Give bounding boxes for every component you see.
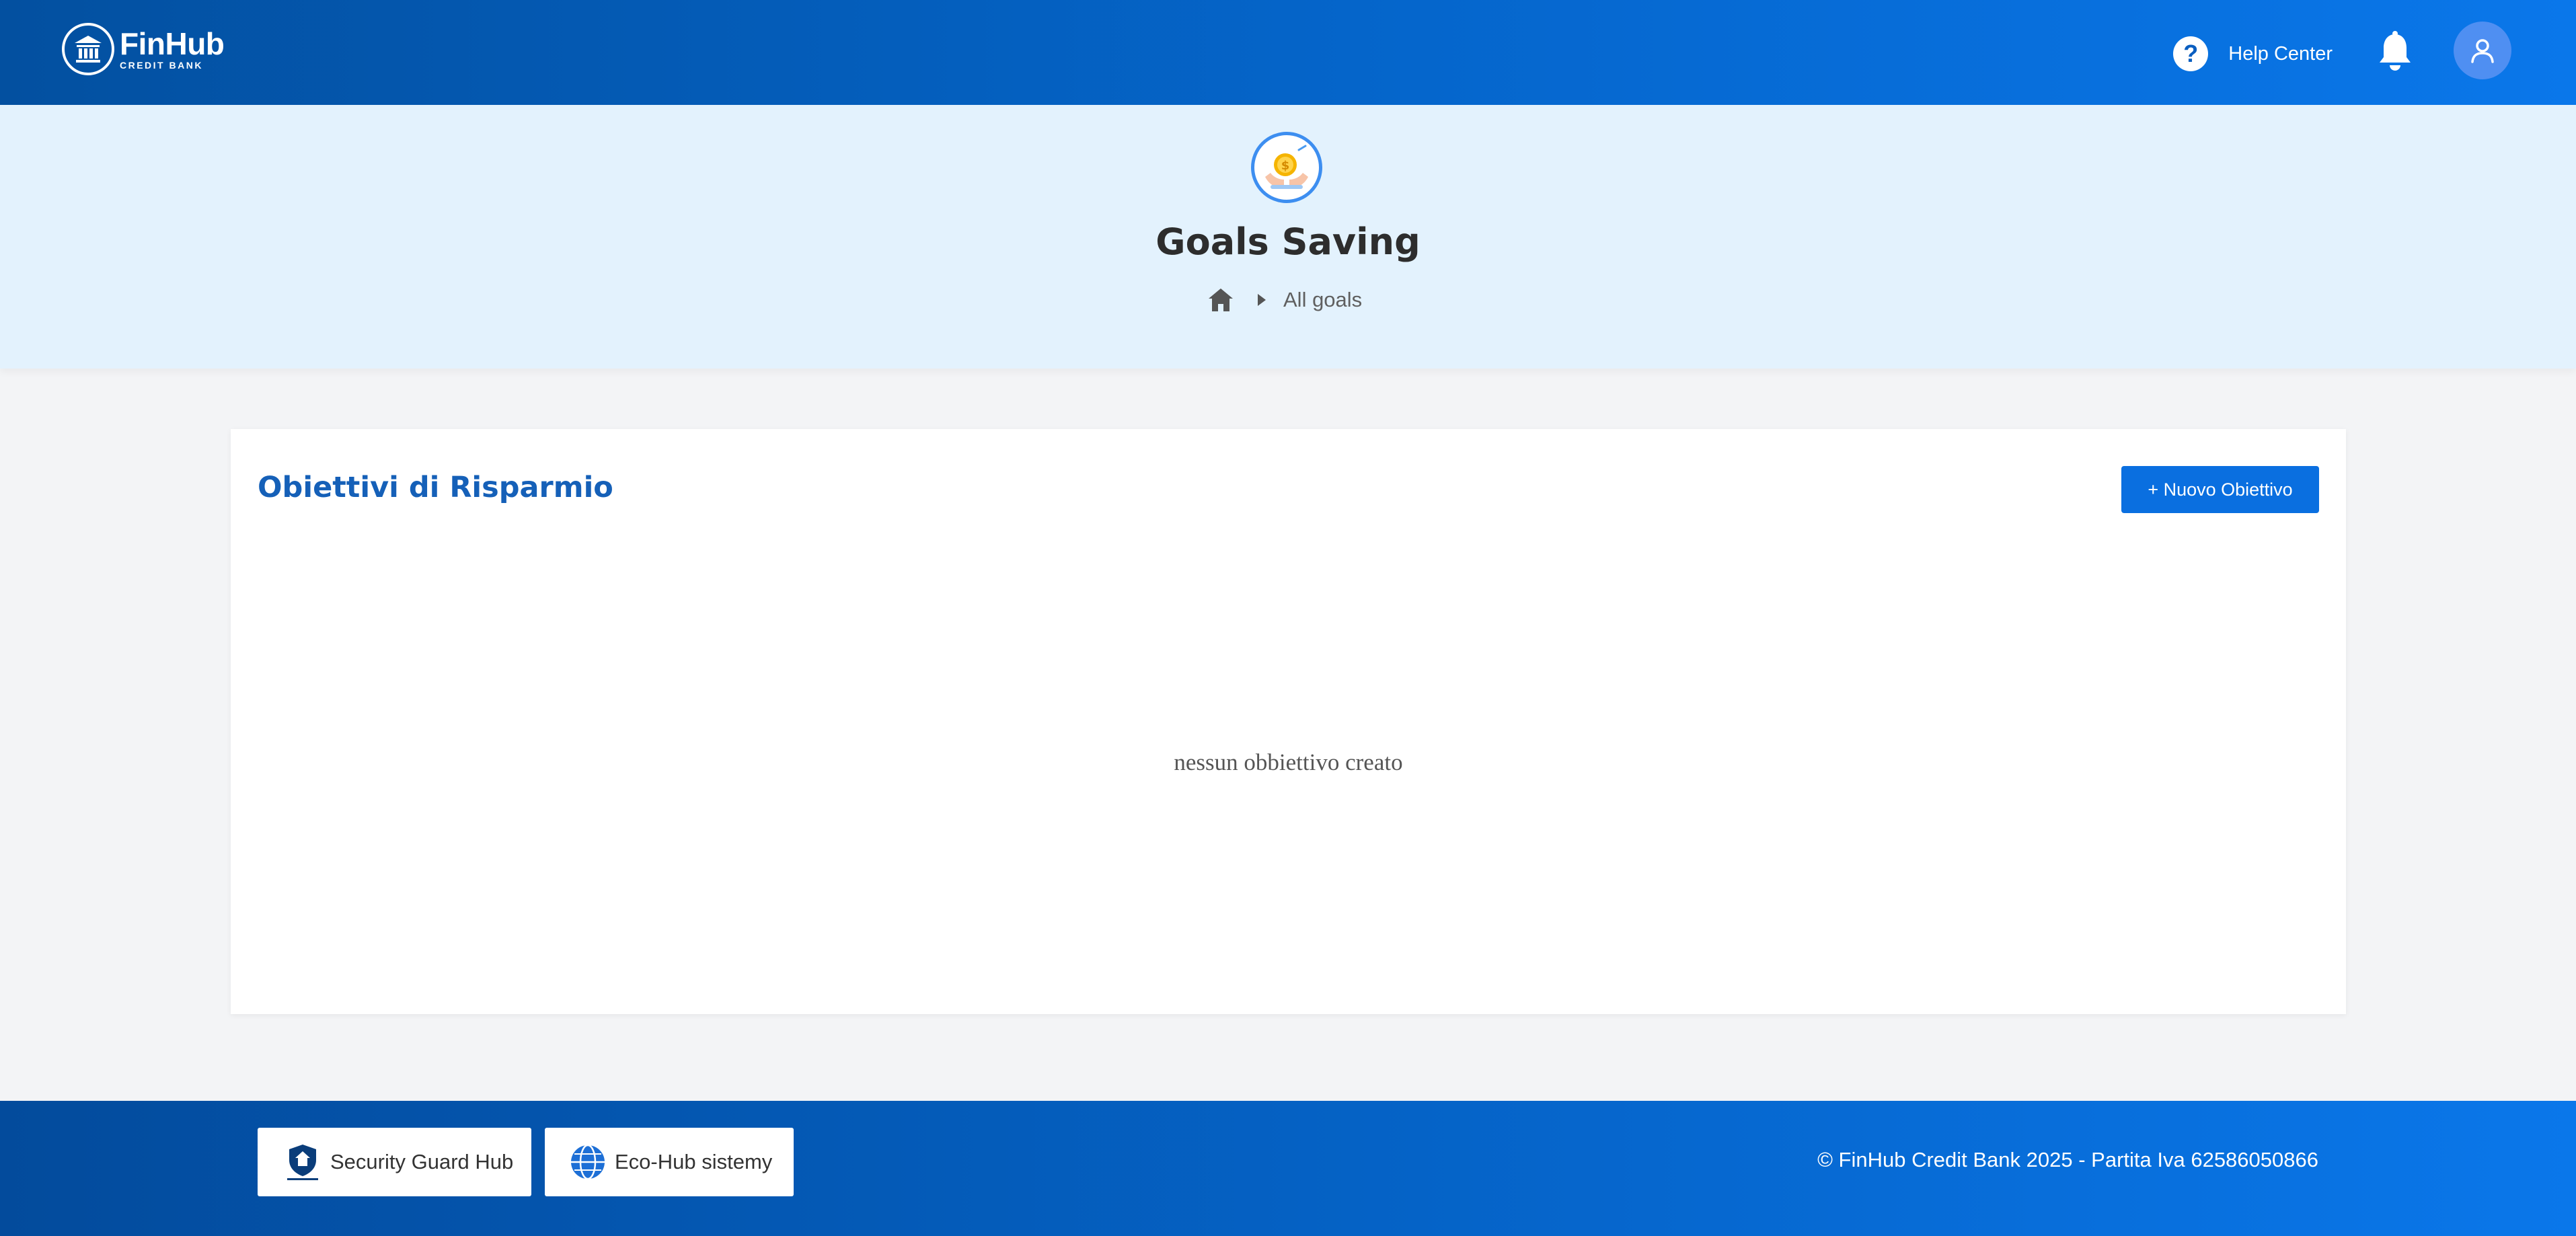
help-center-link[interactable]: ? Help Center: [2173, 35, 2333, 73]
brand-logo[interactable]: FinHub CREDIT BANK: [62, 20, 225, 78]
new-goal-button[interactable]: + Nuovo Obiettivo: [2121, 466, 2319, 513]
goals-card: Obiettivi di Risparmio + Nuovo Obiettivo…: [231, 429, 2346, 1014]
brand-subtitle: CREDIT BANK: [120, 60, 203, 71]
page-hero: $ Goals Saving All goals: [0, 105, 2576, 369]
partner-security-guard-hub[interactable]: Security Guard Hub: [258, 1128, 531, 1196]
shield-logo-icon: [287, 1145, 318, 1180]
page-title: Goals Saving: [1156, 221, 1420, 263]
copyright-text: © FinHub Credit Bank 2025 - Partita Iva …: [1817, 1148, 2318, 1171]
breadcrumb-current: All goals: [1283, 288, 1363, 311]
top-navbar: FinHub CREDIT BANK ? Help Center: [0, 0, 2576, 105]
globe-icon: [571, 1144, 605, 1180]
empty-state-message: nessun obbiettivo creato: [1174, 749, 1403, 775]
question-icon: ?: [2173, 36, 2209, 71]
goals-section-title: Obiettivi di Risparmio: [258, 471, 613, 504]
bank-icon: [62, 23, 114, 75]
user-icon: [2471, 39, 2494, 63]
caret-right-icon: [1258, 294, 1266, 306]
brand-name: FinHub: [120, 26, 225, 61]
bell-icon[interactable]: [2375, 30, 2415, 73]
site-footer: Security Guard Hub Eco-Hub sistemy © Fin…: [0, 1101, 2576, 1236]
help-center-label: Help Center: [2228, 42, 2333, 65]
partner-label: Security Guard Hub: [330, 1150, 514, 1173]
home-icon[interactable]: [1207, 286, 1235, 314]
savings-coin-icon: $: [1251, 132, 1322, 203]
user-avatar-button[interactable]: [2454, 22, 2511, 79]
partner-label: Eco-Hub sistemy: [615, 1150, 773, 1173]
partner-eco-hub[interactable]: Eco-Hub sistemy: [545, 1128, 794, 1196]
svg-text:$: $: [1281, 159, 1290, 173]
breadcrumb: All goals: [1207, 285, 1362, 315]
